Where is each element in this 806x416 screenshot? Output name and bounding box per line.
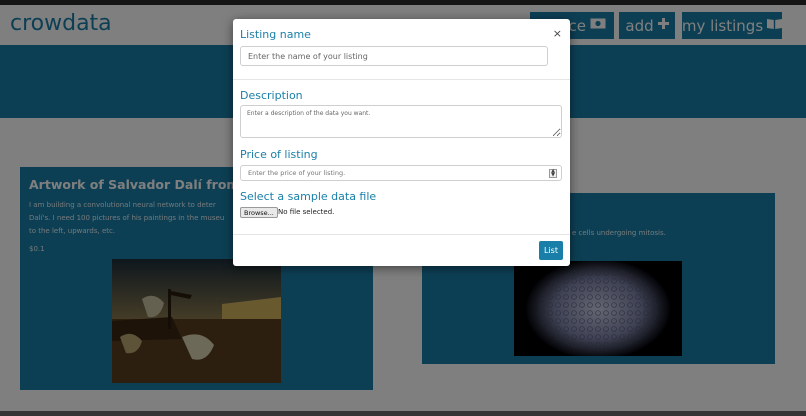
price-input[interactable] [241,166,541,180]
list-submit-button[interactable]: List [539,241,563,260]
browse-button[interactable]: Browse... [240,207,278,218]
price-label: Price of listing [240,148,318,161]
sample-file-label: Select a sample data file [240,190,377,203]
listing-name-label: Listing name [240,28,311,41]
new-listing-modal: × Listing name Description Price of list… [233,19,570,266]
description-label: Description [240,89,303,102]
number-stepper[interactable]: ▲ ▼ [549,169,557,178]
file-status: No file selected. [278,208,335,216]
description-textarea[interactable] [240,105,562,138]
listing-name-input[interactable] [240,46,548,66]
modal-divider [233,234,570,235]
close-icon[interactable]: × [553,27,562,40]
price-field: ▲▼ [240,165,562,181]
modal-divider [233,79,570,80]
